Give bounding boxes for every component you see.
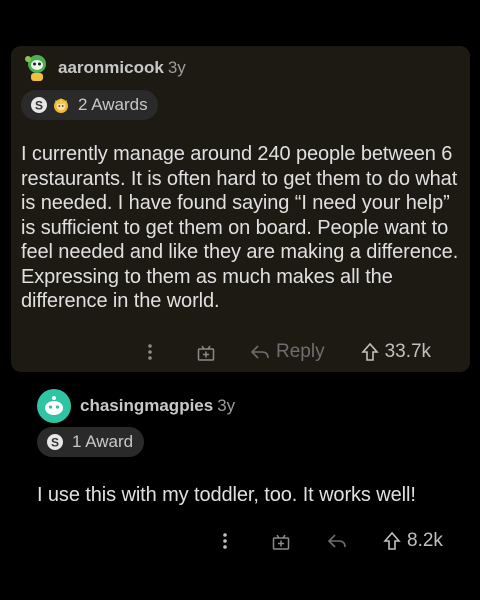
reply-age: 3y (217, 396, 236, 415)
snoo-avatar-green-icon[interactable] (24, 53, 50, 83)
upvote-arrow-icon (383, 531, 401, 550)
reply-awards-count: 1 Award (72, 432, 134, 451)
reply-button[interactable]: Reply (250, 341, 325, 363)
upvote-arrow-icon (360, 342, 379, 361)
more-options-icon[interactable] (215, 532, 235, 550)
awards-pill[interactable]: S 2 Awards (21, 90, 158, 120)
gift-icon[interactable] (271, 531, 291, 551)
more-options-icon[interactable] (140, 343, 160, 361)
upvote-button[interactable]: 8.2k (383, 530, 443, 552)
comment-body: I currently manage around 240 people bet… (21, 143, 459, 312)
vote-count: 33.7k (384, 341, 432, 362)
silver-award-icon: S (29, 95, 49, 115)
reply-author-line: chasingmagpies 3y (80, 396, 235, 416)
reply-body: I use this with my toddler, too. It work… (37, 484, 416, 506)
author-name[interactable]: aaronmicook (58, 58, 164, 77)
comment-action-bar: Reply 33.7k (140, 341, 431, 363)
reply-action-bar: 8.2k (215, 530, 443, 552)
reply-button[interactable] (327, 532, 347, 550)
reply-arrow-icon (250, 345, 269, 359)
snoo-avatar-teal-icon[interactable] (37, 389, 71, 423)
reply-arrow-icon (327, 534, 346, 548)
reply-awards-pill[interactable]: S 1 Award (37, 427, 144, 457)
upvote-button[interactable]: 33.7k (360, 341, 432, 363)
reply-label: Reply (276, 341, 325, 362)
svg-text:S: S (51, 436, 59, 450)
reply-author-name[interactable]: chasingmagpies (80, 396, 213, 415)
gift-icon[interactable] (196, 342, 216, 362)
comment-age: 3y (167, 58, 186, 77)
reply-vote-count: 8.2k (407, 530, 443, 551)
silver-award-icon: S (45, 432, 65, 452)
wholesome-award-icon (51, 95, 71, 115)
comment-author-line: aaronmicook 3y (58, 58, 186, 78)
svg-text:S: S (35, 99, 43, 113)
awards-count: 2 Awards (78, 95, 148, 114)
